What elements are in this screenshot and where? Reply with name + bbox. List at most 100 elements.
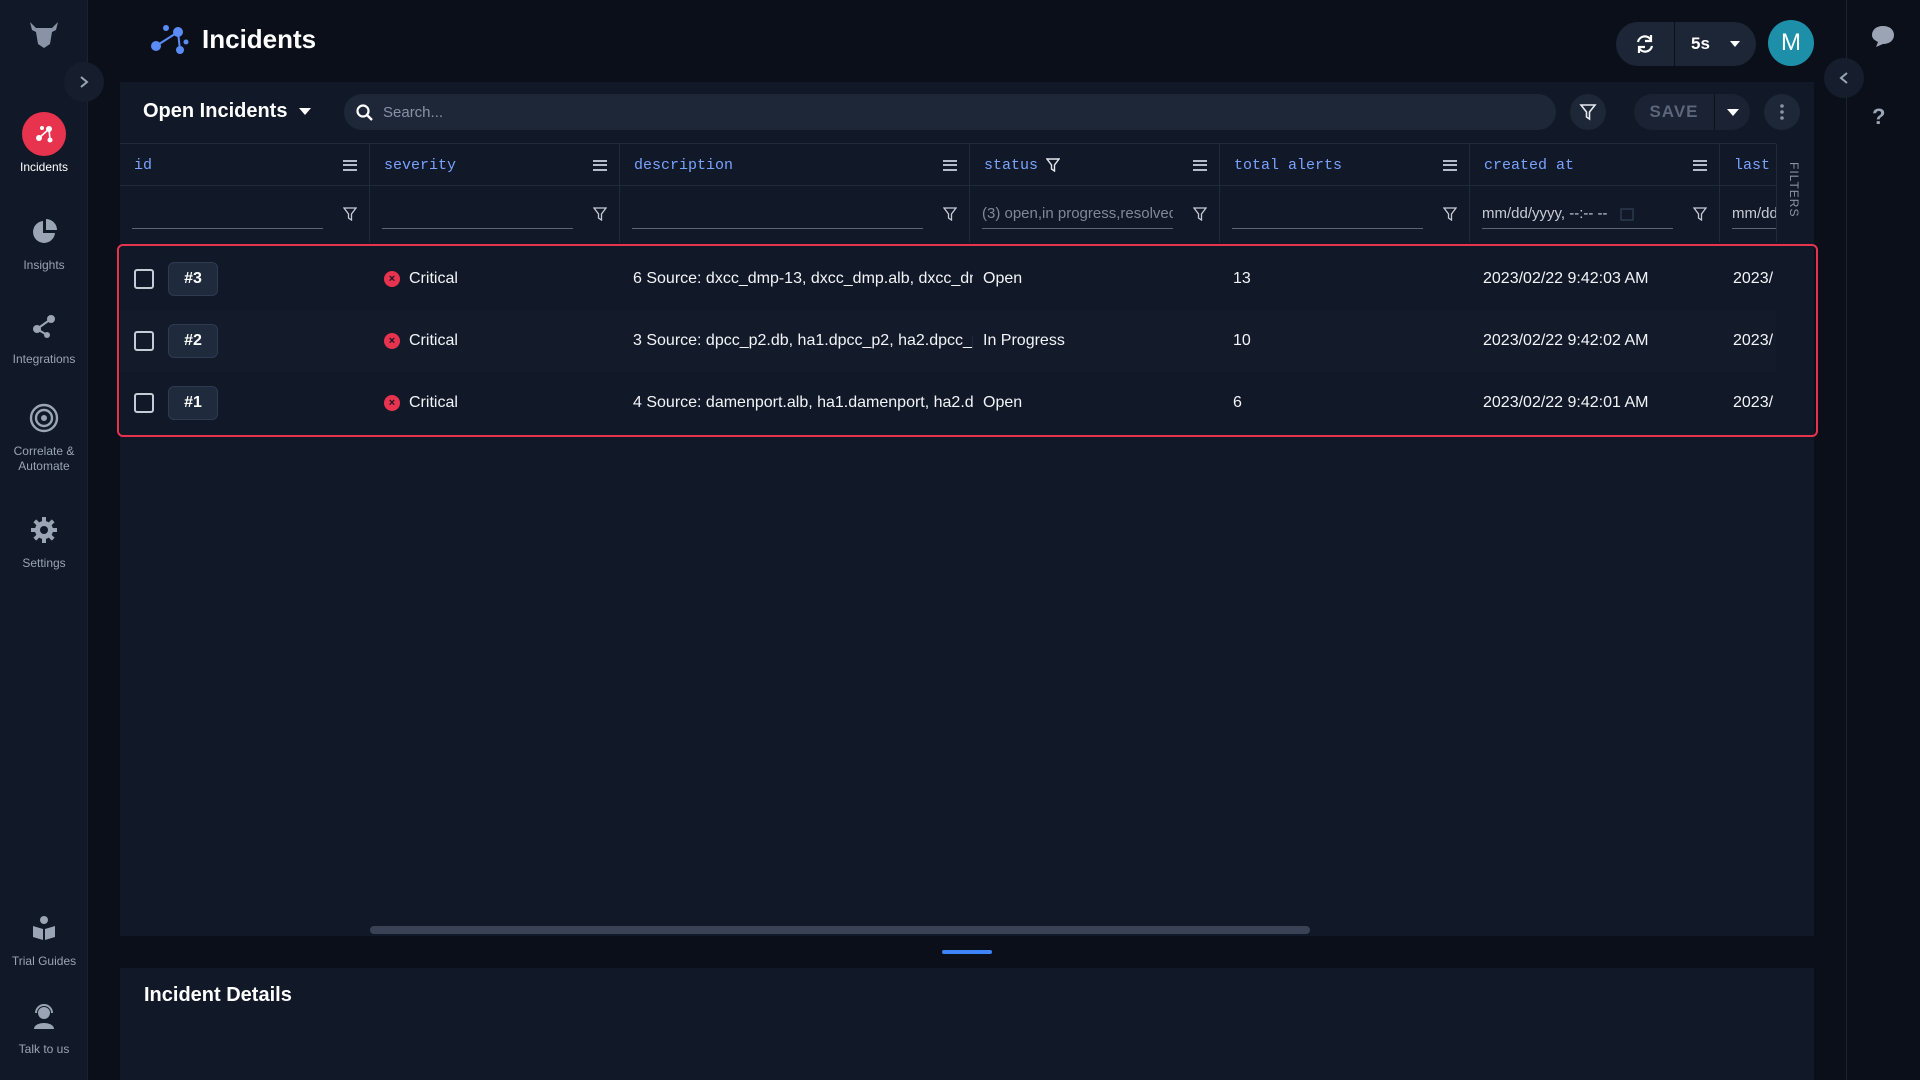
column-header-label: created at (1484, 156, 1575, 174)
column-header-label: status (984, 156, 1039, 174)
view-name: Open Incidents (143, 99, 288, 122)
caret-down-icon (299, 107, 312, 115)
refresh-icon (1636, 35, 1654, 53)
save-options-button[interactable] (1715, 94, 1750, 130)
incidents-logo-icon (151, 25, 189, 54)
more-vertical-icon (1780, 104, 1784, 120)
chevron-right-icon (80, 76, 89, 88)
nav-item-integrations[interactable]: Integrations (0, 304, 88, 367)
nav-item-label: Talk to us (18, 1042, 70, 1056)
pie-chart-icon (22, 210, 66, 254)
filter-input-description[interactable] (632, 199, 923, 229)
auto-refresh-control: 5s (1616, 22, 1756, 66)
filter-button[interactable] (1570, 94, 1606, 130)
expand-nav-button[interactable] (64, 62, 104, 102)
column-menu-icon[interactable] (1693, 159, 1707, 171)
save-view-control: SAVE (1634, 94, 1750, 130)
filter-icon[interactable] (1193, 207, 1207, 221)
help-icon[interactable]: ? (1872, 104, 1885, 130)
nav-item-label: Incidents (19, 160, 69, 174)
target-icon (22, 396, 66, 440)
filter-cell-severity (370, 186, 620, 242)
nav-item-label: Insights (23, 258, 65, 272)
column-header-id[interactable]: id (120, 144, 370, 186)
book-icon (22, 906, 66, 950)
refresh-interval-select[interactable]: 5s (1675, 22, 1755, 66)
column-menu-icon[interactable] (943, 159, 957, 171)
column-header-status[interactable]: status (970, 144, 1220, 186)
filter-cell-last: mm/dd/yyyy (1720, 186, 1776, 242)
column-header-total-alerts[interactable]: total alerts (1220, 144, 1470, 186)
nav-item-label: Integrations (12, 352, 76, 366)
support-agent-icon (22, 994, 66, 1038)
filter-icon[interactable] (1693, 207, 1707, 221)
filter-icon[interactable] (343, 207, 357, 221)
more-options-button[interactable] (1764, 94, 1800, 130)
chat-icon[interactable] (1870, 24, 1896, 48)
filter-icon[interactable] (1443, 207, 1457, 221)
incident-details-title: Incident Details (144, 984, 292, 1006)
column-header-label: last (1734, 156, 1771, 174)
column-header-label: total alerts (1234, 156, 1343, 174)
calendar-icon[interactable] (1619, 207, 1634, 221)
caret-down-icon (1726, 108, 1739, 116)
search-input[interactable] (383, 103, 1483, 121)
column-menu-icon[interactable] (593, 159, 607, 171)
filter-input-id[interactable] (132, 199, 323, 229)
nav-item-trial-guides[interactable]: Trial Guides (0, 906, 88, 969)
filter-date-created-at[interactable]: mm/dd/yyyy, --:-- -- (1482, 199, 1673, 229)
column-header-label: id (134, 156, 153, 174)
filter-cell-total-alerts (1220, 186, 1470, 242)
caret-down-icon (1730, 41, 1740, 47)
refresh-interval-value: 5s (1691, 34, 1710, 53)
column-menu-icon[interactable] (343, 159, 357, 171)
view-selector[interactable]: Open Incidents (143, 98, 312, 124)
search-bar (344, 94, 1556, 130)
column-header-description[interactable]: description (620, 144, 970, 186)
filter-cell-status: (3) open,in progress,resolved (970, 186, 1220, 242)
selection-highlight (117, 244, 1818, 437)
column-header-label: severity (384, 156, 457, 174)
nav-item-label: Trial Guides (11, 954, 77, 968)
filters-tab-label: FILTERS (1787, 162, 1801, 218)
nav-item-correlate-automate[interactable]: Correlate & Automate (0, 396, 88, 474)
nav-item-label: Settings (22, 556, 66, 570)
column-header-severity[interactable]: severity (370, 144, 620, 186)
filter-active-icon (1046, 158, 1061, 172)
gear-icon (22, 508, 66, 552)
nav-item-settings[interactable]: Settings (0, 508, 88, 571)
filter-date-last[interactable]: mm/dd/yyyy (1732, 199, 1776, 229)
filter-cell-id (120, 186, 370, 242)
filter-input-severity[interactable] (382, 199, 573, 229)
incident-details-panel (120, 968, 1814, 1080)
save-button[interactable]: SAVE (1634, 94, 1714, 130)
avatar[interactable]: M (1768, 20, 1814, 66)
date-placeholder: mm/dd/yyyy, --:-- -- (1482, 205, 1608, 222)
right-rail (1846, 0, 1920, 1080)
filters-side-tab[interactable]: FILTERS (1776, 144, 1814, 242)
column-menu-icon[interactable] (1193, 159, 1207, 171)
filter-input-total-alerts[interactable] (1232, 199, 1423, 229)
panel-resize-handle[interactable] (942, 950, 992, 954)
nav-item-incidents[interactable]: Incidents (0, 112, 88, 175)
incidents-icon (22, 112, 66, 156)
refresh-button[interactable] (1616, 22, 1674, 66)
horizontal-scrollbar[interactable] (370, 926, 1310, 934)
filter-cell-created-at: mm/dd/yyyy, --:-- -- (1470, 186, 1720, 242)
column-header-label: description (634, 156, 734, 174)
column-header-last[interactable]: last (1720, 144, 1776, 186)
column-header-created-at[interactable]: created at (1470, 144, 1720, 186)
filter-input-status[interactable]: (3) open,in progress,resolved (982, 199, 1173, 229)
nav-item-talk-to-us[interactable]: Talk to us (0, 994, 88, 1057)
filter-icon[interactable] (593, 207, 607, 221)
column-menu-icon[interactable] (1443, 159, 1457, 171)
nav-item-insights[interactable]: Insights (0, 210, 88, 273)
search-icon (356, 103, 373, 121)
nav-item-label: Correlate & Automate (13, 444, 75, 473)
chevron-left-icon (1839, 72, 1848, 84)
collapse-right-panel-button[interactable] (1824, 58, 1864, 98)
app-logo-icon[interactable] (26, 18, 62, 50)
page-title: Incidents (202, 24, 317, 54)
filter-icon[interactable] (943, 207, 957, 221)
integrations-icon (22, 304, 66, 348)
